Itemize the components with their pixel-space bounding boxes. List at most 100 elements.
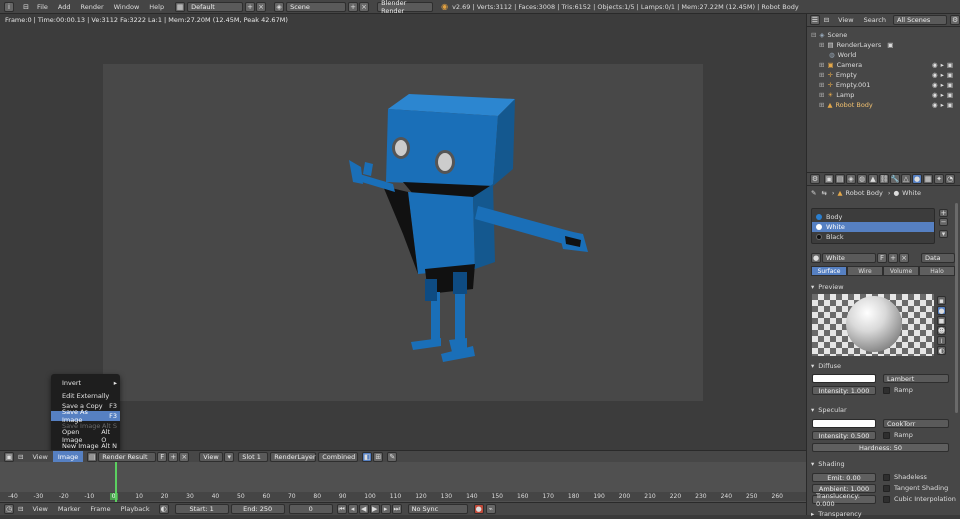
material-slot-body[interactable]: Body	[812, 212, 934, 222]
world-tab-icon[interactable]: ◍	[857, 174, 867, 184]
specular-panel-header[interactable]: ▾ Specular	[811, 404, 847, 415]
tree-row-lamp[interactable]: ⊞ ☀ Lamp ◉▸▣	[807, 90, 960, 100]
current-frame-field[interactable]: 0	[288, 504, 333, 514]
view-select[interactable]: View	[199, 451, 224, 462]
scene-field[interactable]: Scene	[286, 1, 347, 12]
tree-row-camera[interactable]: ⊞ ▣ Camera ◉▸▣	[807, 60, 960, 70]
timeline-area[interactable]: -40 -30 -20 -10 0 10 20 30 40 50 60 70 80 90 100 110 120…	[0, 462, 806, 502]
preview-sphere-icon[interactable]: ●	[937, 306, 946, 315]
end-frame-field[interactable]: End: 250	[230, 504, 285, 514]
prev-key-icon[interactable]: ◂	[347, 504, 358, 514]
menu-frame[interactable]: Frame	[85, 505, 115, 513]
menu-help[interactable]: Help	[144, 3, 169, 11]
tab-volume[interactable]: Volume	[883, 266, 919, 276]
material-name-field[interactable]: White	[822, 253, 876, 263]
editor-type-icon[interactable]: ☰	[810, 15, 820, 25]
add-layout-icon[interactable]: +	[245, 1, 256, 12]
data-tab-icon[interactable]: △	[901, 174, 911, 184]
cubic-interpolation-checkbox[interactable]: Cubic Interpolation	[883, 495, 956, 503]
menu-marker[interactable]: Marker	[53, 505, 85, 513]
visibility-icons[interactable]: ◉▸▣	[932, 91, 956, 99]
checkbox[interactable]	[883, 495, 890, 503]
sync-select[interactable]: No Sync	[407, 504, 468, 514]
new-material-icon[interactable]: +	[888, 253, 898, 263]
shadeless-checkbox[interactable]: Shadeless	[883, 473, 927, 481]
material-browse-icon[interactable]: ●	[811, 253, 821, 263]
menu-render[interactable]: Render	[75, 3, 108, 11]
shading-panel-header[interactable]: ▾ Shading	[811, 458, 845, 469]
layer-select[interactable]: RenderLayer	[270, 451, 317, 462]
material-tab-icon[interactable]: ●	[912, 174, 922, 184]
menu-add[interactable]: Add	[53, 3, 76, 11]
visibility-icons[interactable]: ◉▸▣	[932, 101, 956, 109]
diffuse-shader-select[interactable]: Lambert	[883, 374, 949, 383]
unlink-image-icon[interactable]: ×	[179, 451, 190, 462]
collapse-menus-icon[interactable]: ⊟	[824, 16, 829, 24]
layers-tab-icon[interactable]: ▤	[835, 174, 845, 184]
slot-menu-icon[interactable]: ▾	[939, 230, 948, 238]
tab-halo[interactable]: Halo	[919, 266, 955, 276]
preview-panel-header[interactable]: ▾ Preview	[811, 281, 844, 292]
tree-row-scene[interactable]: ⊟ ◈ Scene	[807, 30, 960, 40]
expand-icon[interactable]: ⊞	[819, 71, 824, 79]
pin-icon[interactable]: ✎	[387, 451, 398, 462]
draw-mode-icon[interactable]: ⊞	[373, 451, 384, 462]
preview-sky-icon[interactable]: ◐	[937, 346, 946, 355]
display-mode-select[interactable]: All Scenes	[892, 15, 948, 25]
material-slot-white[interactable]: White	[812, 222, 934, 232]
expand-icon[interactable]: ⊞	[819, 101, 824, 109]
current-frame-line[interactable]	[115, 462, 117, 502]
tangent-shading-checkbox[interactable]: Tangent Shading	[883, 484, 948, 492]
view-settings-icon[interactable]: ▾	[224, 451, 235, 462]
checkbox[interactable]	[883, 431, 890, 439]
checkbox[interactable]	[883, 484, 890, 492]
pin-icon[interactable]: ✎	[811, 189, 816, 197]
new-image-icon[interactable]: +	[168, 451, 179, 462]
menu-item-invert[interactable]: Invert ▸	[51, 378, 120, 388]
tree-row-renderlayers[interactable]: ⊞ ▤ RenderLayers ▣	[807, 40, 960, 50]
render-engine-select[interactable]: Blender Render	[377, 0, 434, 15]
specular-shader-select[interactable]: CookTorr	[883, 419, 949, 428]
record-icon[interactable]: ●	[473, 504, 484, 514]
menu-image[interactable]: Image	[52, 450, 84, 463]
specular-color-swatch[interactable]	[812, 419, 876, 428]
start-frame-field[interactable]: Start: 1	[174, 504, 229, 514]
scene-tab-icon[interactable]: ◈	[846, 174, 856, 184]
visibility-icons[interactable]: ◉▸▣	[932, 71, 956, 79]
jump-start-icon[interactable]: ⏮	[336, 504, 347, 514]
collapse-menus-icon[interactable]: ⊟	[18, 505, 23, 513]
image-name-field[interactable]: Render Result	[98, 451, 157, 462]
render-tab-icon[interactable]: ▣	[824, 174, 834, 184]
visibility-icons[interactable]: ◉▸▣	[932, 61, 956, 69]
emit-field[interactable]: Emit: 0.00	[812, 473, 876, 482]
preview-cube-icon[interactable]: ◼	[937, 316, 946, 325]
next-key-icon[interactable]: ▸	[380, 504, 391, 514]
play-icon[interactable]: ▶	[369, 504, 380, 514]
particles-tab-icon[interactable]: ✦	[934, 174, 944, 184]
visibility-icons[interactable]: ◉▸▣	[932, 81, 956, 89]
slot-select[interactable]: Slot 1	[238, 451, 269, 462]
preview-monkey-icon[interactable]: ☻	[937, 326, 946, 335]
diffuse-panel-header[interactable]: ▾ Diffuse	[811, 360, 841, 371]
expand-icon[interactable]: ⊞	[819, 81, 824, 89]
preview-hair-icon[interactable]: ≀	[937, 336, 946, 345]
physics-tab-icon[interactable]: ◔	[945, 174, 955, 184]
filter-icon[interactable]: ⚙	[950, 15, 960, 25]
add-scene-icon[interactable]: +	[348, 1, 359, 12]
screen-layout-icon[interactable]: ▦	[175, 1, 186, 12]
diffuse-color-swatch[interactable]	[812, 374, 876, 383]
add-slot-icon[interactable]: +	[939, 209, 948, 217]
menu-item-edit-externally[interactable]: Edit Externally	[51, 391, 120, 401]
jump-end-icon[interactable]: ⏭	[391, 504, 402, 514]
color-alpha-icon[interactable]: ◧	[362, 451, 373, 462]
tree-row-empty-001[interactable]: ⊞ ✛ Empty.001 ◉▸▣	[807, 80, 960, 90]
properties-scrollbar[interactable]	[955, 203, 958, 413]
expand-icon[interactable]: ⊞	[819, 91, 824, 99]
tab-wire[interactable]: Wire	[847, 266, 883, 276]
menu-item-save-as-image[interactable]: Save As Image F3	[51, 408, 120, 424]
fake-user-button[interactable]: F	[157, 451, 168, 462]
checkbox[interactable]	[883, 473, 890, 481]
menu-search[interactable]: Search	[859, 16, 891, 24]
translucency-field[interactable]: Translucency: 0.000	[812, 492, 876, 508]
editor-type-icon[interactable]: ▣	[4, 451, 14, 462]
